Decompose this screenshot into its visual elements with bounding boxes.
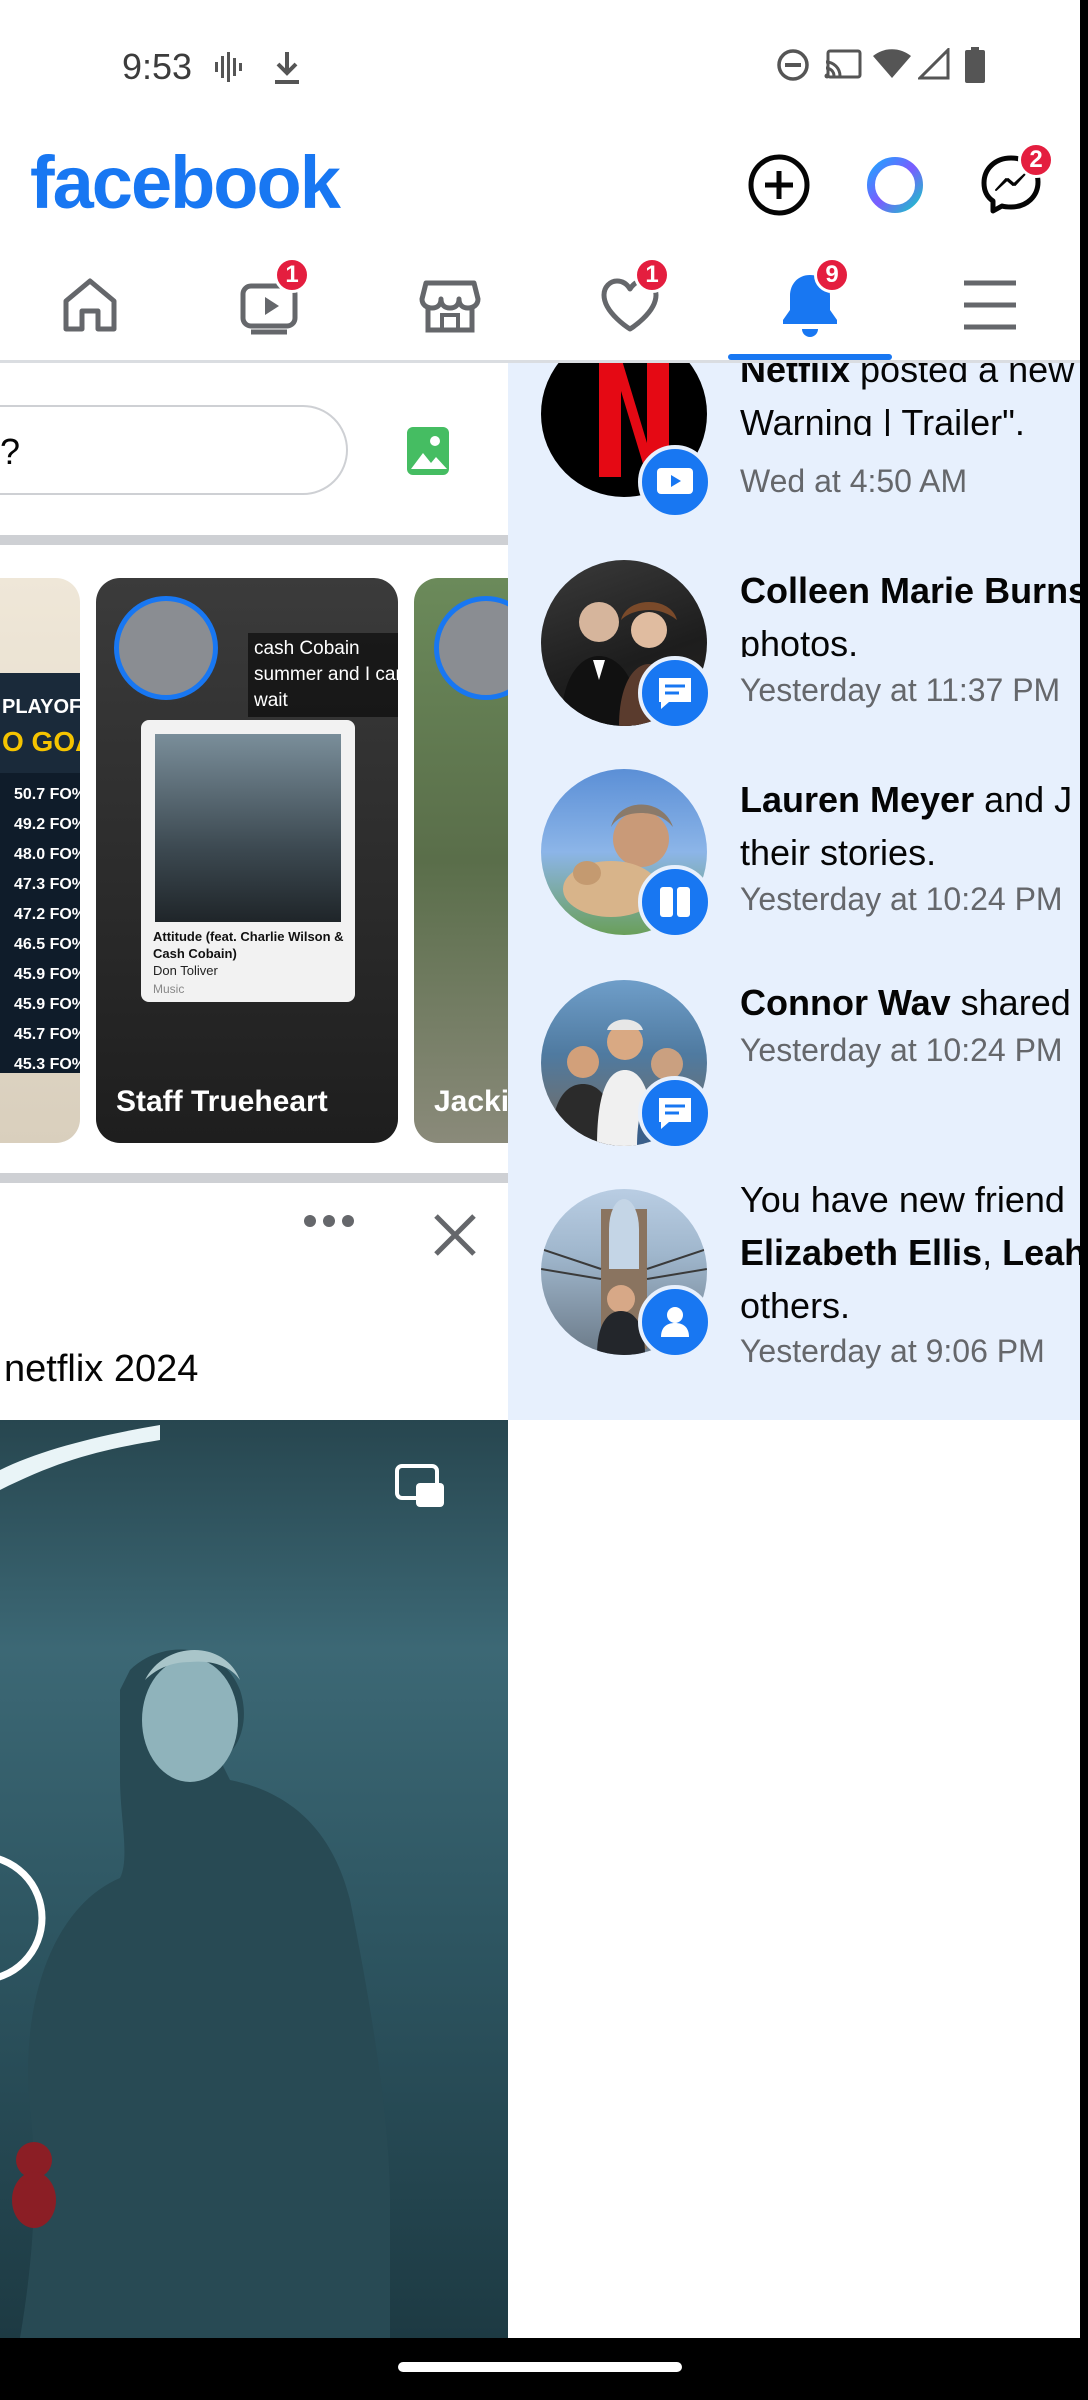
- hamburger-menu-icon: [964, 280, 1016, 330]
- picture-in-picture-icon[interactable]: [394, 1463, 448, 1511]
- messenger-button[interactable]: 2: [976, 142, 1054, 220]
- svg-text:45.3 FO%: 45.3 FO%: [14, 1056, 80, 1073]
- home-icon: [63, 278, 117, 332]
- notifications-badge: 9: [814, 257, 850, 293]
- active-tab-indicator: [728, 354, 892, 360]
- svg-text:45.9 FO%: 45.9 FO%: [14, 996, 80, 1013]
- story-card[interactable]: Jacki: [414, 578, 508, 1143]
- home-gesture-handle[interactable]: [398, 2362, 682, 2372]
- stories-icon: [638, 865, 712, 939]
- story-overlay-subtitle: O GOAL: [2, 726, 80, 757]
- status-bar: 9:53: [0, 0, 1088, 135]
- video-icon: [638, 445, 712, 519]
- song-source: Music: [153, 982, 185, 996]
- close-icon[interactable]: [430, 1210, 480, 1260]
- story-avatar: [114, 596, 218, 700]
- notification-text: others.: [740, 1285, 851, 1326]
- notification-text: their stories.: [740, 832, 937, 873]
- story-author-name: Jacki: [434, 1085, 508, 1118]
- cast-icon: [824, 49, 862, 79]
- story-overlay-title: PLAYOFF: [2, 696, 80, 718]
- notification-time: Yesterday at 9:06 PM: [740, 1333, 1045, 1369]
- post-text: netflix 2024: [4, 1348, 199, 1390]
- tab-home[interactable]: [30, 255, 150, 355]
- story-caption: cash Cobain summer and I can't wait: [248, 633, 398, 717]
- notification-text: shared: [950, 982, 1071, 1023]
- marketplace-icon: [419, 280, 481, 333]
- plus-circle-icon: [748, 154, 810, 216]
- news-feed: ? PLAYOFF O GOAL 50.7 FO% 49.2 FO% 48.0 …: [0, 363, 508, 2338]
- dating-badge: 1: [634, 257, 670, 293]
- playoff-stats-graphic: PLAYOFF O GOAL 50.7 FO% 49.2 FO% 48.0 FO…: [0, 673, 80, 1073]
- tab-menu[interactable]: [930, 255, 1050, 355]
- tab-marketplace[interactable]: [390, 255, 510, 355]
- notification-text: You have new friend: [740, 1179, 1065, 1220]
- photo-icon[interactable]: [405, 425, 451, 477]
- notification-text: photos.: [740, 623, 859, 657]
- story-card[interactable]: cash Cobain summer and I can't wait Atti…: [96, 578, 398, 1143]
- composer-placeholder: ?: [0, 431, 21, 472]
- story-author-name: Staff Trueheart: [116, 1085, 328, 1118]
- notifications-panel: Netflix posted a new Warning | Trailer".…: [508, 363, 1080, 2338]
- notification-actor: Connor Wav: [740, 982, 951, 1023]
- notification-time: Yesterday at 10:24 PM: [740, 881, 1063, 917]
- svg-text:45.7 FO%: 45.7 FO%: [14, 1026, 80, 1043]
- create-button[interactable]: [744, 150, 814, 220]
- more-options-icon[interactable]: [302, 1213, 356, 1229]
- notification-actor: Colleen Marie Burns: [740, 570, 1080, 611]
- svg-text:49.2 FO%: 49.2 FO%: [14, 816, 80, 833]
- song-title: Attitude (feat. Charlie Wilson & Cash Co…: [153, 929, 344, 961]
- svg-text:46.5 FO%: 46.5 FO%: [14, 936, 80, 953]
- meta-ai-button[interactable]: [860, 150, 930, 220]
- notification-text: Warning | Trailer".: [740, 402, 1025, 436]
- video-badge: 1: [274, 257, 310, 293]
- notification-text: and J: [974, 779, 1073, 820]
- messenger-badge: 2: [1018, 142, 1054, 178]
- notification-actor: Leah: [1002, 1232, 1080, 1273]
- cell-signal-icon: [918, 48, 950, 80]
- notification-actor: Lauren Meyer: [740, 779, 975, 820]
- notification-time: Yesterday at 11:37 PM: [740, 672, 1061, 708]
- tab-bar: 1 1 9: [0, 255, 1088, 363]
- notification-text: posted a new: [850, 363, 1075, 390]
- music-sticker: Attitude (feat. Charlie Wilson & Cash Co…: [141, 720, 355, 1002]
- download-icon: [275, 52, 299, 84]
- facebook-logo[interactable]: facebook: [30, 140, 341, 225]
- video-player[interactable]: [0, 1420, 508, 2338]
- notification-time: Yesterday at 10:24 PM: [740, 1032, 1063, 1068]
- friend-icon: [638, 1285, 712, 1359]
- battery-icon: [965, 47, 985, 83]
- do-not-disturb-icon: [777, 49, 809, 81]
- comment-icon: [638, 656, 712, 730]
- song-artist: Don Toliver: [153, 963, 218, 978]
- video-frame: [0, 1425, 390, 2338]
- meta-ai-icon: [867, 157, 923, 213]
- notification-actor: Elizabeth Ellis: [740, 1232, 983, 1273]
- story-card[interactable]: PLAYOFF O GOAL 50.7 FO% 49.2 FO% 48.0 FO…: [0, 578, 80, 1143]
- screen-edge: [1080, 0, 1088, 2400]
- album-art: [155, 734, 341, 922]
- svg-text:47.3 FO%: 47.3 FO%: [14, 876, 80, 893]
- svg-text:50.7 FO%: 50.7 FO%: [14, 786, 80, 803]
- feed-separator: [0, 1173, 508, 1183]
- comment-icon: [638, 1076, 712, 1150]
- composer-input[interactable]: ?: [0, 405, 348, 495]
- svg-text:48.0 FO%: 48.0 FO%: [14, 846, 80, 863]
- svg-text:45.9 FO%: 45.9 FO%: [14, 966, 80, 983]
- tab-dating[interactable]: 1: [570, 255, 690, 355]
- tab-notifications[interactable]: 9: [750, 255, 870, 355]
- svg-text:47.2 FO%: 47.2 FO%: [14, 906, 80, 923]
- status-time: 9:53: [122, 46, 193, 87]
- tab-video[interactable]: 1: [210, 255, 330, 355]
- wifi-icon: [873, 49, 911, 78]
- voicemail-wave-icon: [215, 52, 242, 82]
- story-avatar: [434, 596, 508, 700]
- feed-separator: [0, 535, 508, 545]
- notification-actor: Netflix: [740, 363, 851, 390]
- notification-time: Wed at 4:50 AM: [740, 463, 968, 499]
